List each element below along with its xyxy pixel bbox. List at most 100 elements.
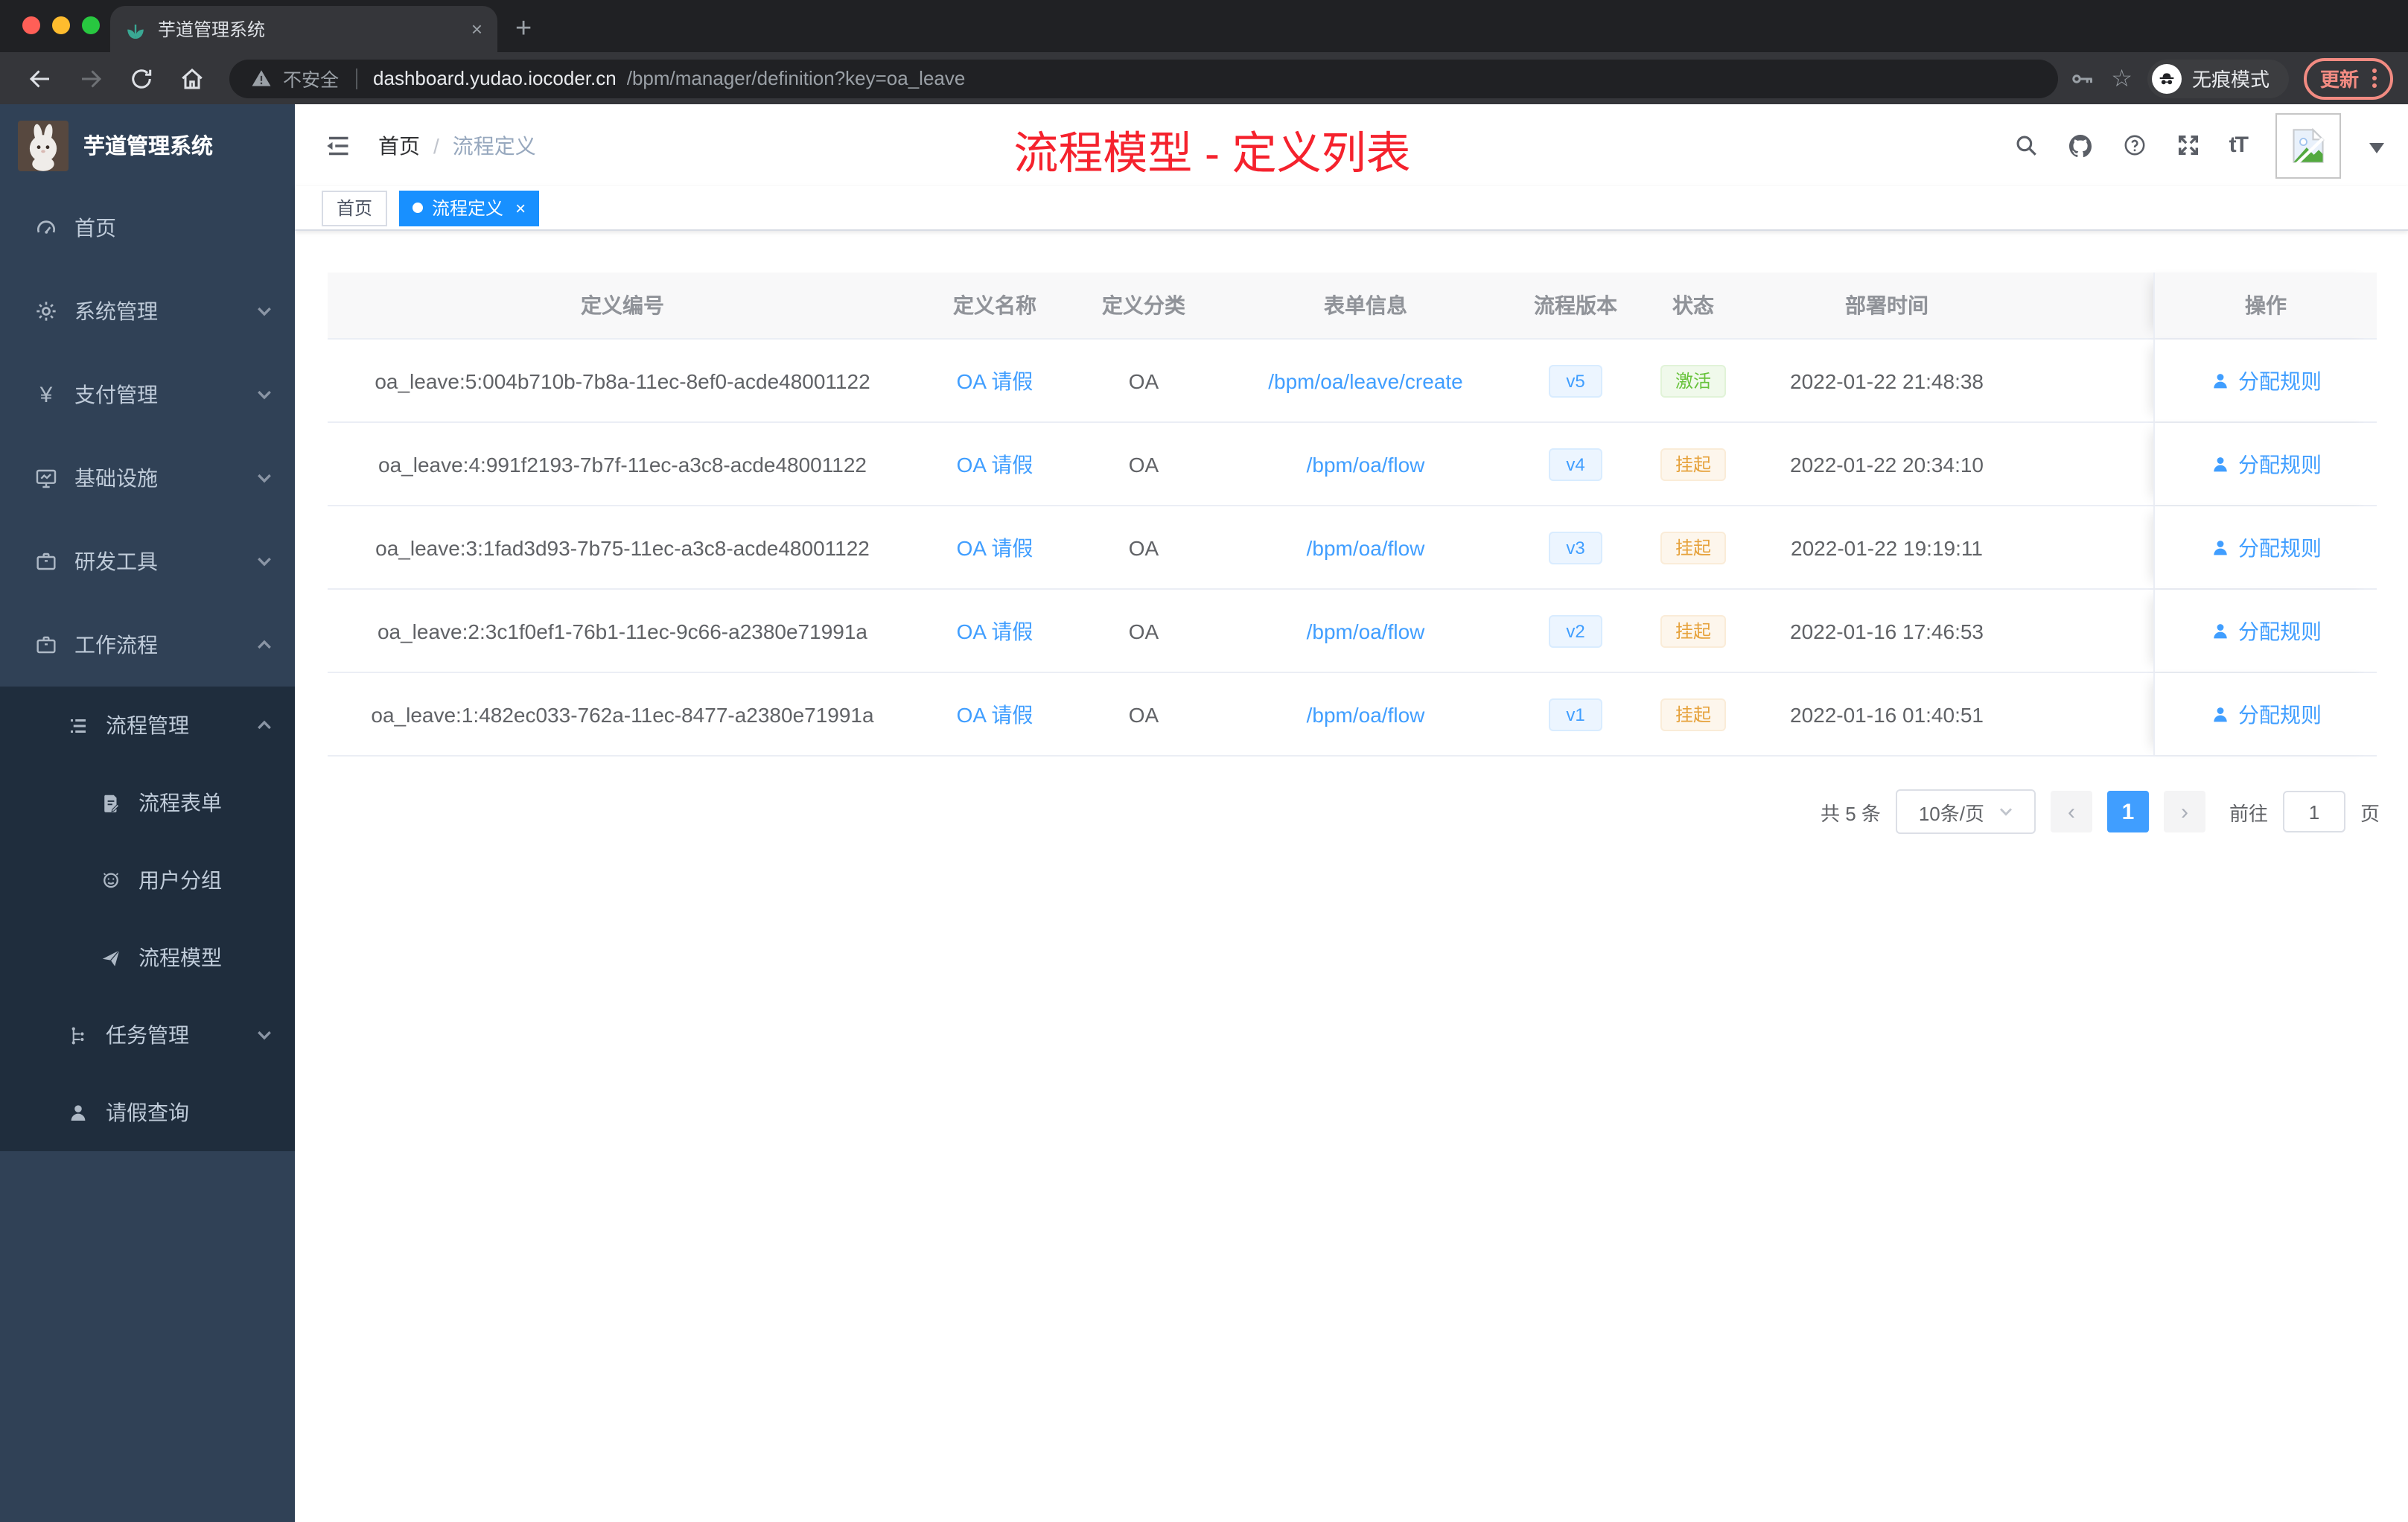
sidebar-item-label: 研发工具	[74, 550, 158, 573]
reload-icon[interactable]	[116, 57, 167, 99]
app-title: 芋道管理系统	[83, 136, 213, 159]
page-size-select[interactable]: 10条/页	[1895, 789, 2036, 834]
tags-view: 首页 流程定义 ×	[295, 186, 2408, 231]
warning-icon[interactable]	[250, 67, 273, 89]
github-icon[interactable]	[2067, 132, 2094, 159]
sidebar-item-task-management[interactable]: 任务管理	[0, 996, 295, 1074]
definition-name-link[interactable]: OA 请假	[957, 369, 1033, 392]
address-bar[interactable]: 不安全 dashboard.yudao.iocoder.cn /bpm/mana…	[229, 59, 2058, 98]
deploy-time: 2022-01-16 17:46:53	[1790, 619, 1984, 643]
screen: 芋道管理系统 × + 不安全 dashboard.yudao.iocoder.c…	[0, 0, 2408, 1522]
assign-rule-link[interactable]: 分配规则	[2210, 616, 2322, 646]
chevron-up-icon	[256, 637, 273, 653]
search-icon[interactable]	[2013, 133, 2039, 158]
deploy-time: 2022-01-22 21:48:38	[1790, 369, 1984, 392]
sidebar-item-process-model[interactable]: 流程模型	[0, 919, 295, 996]
key-icon[interactable]	[2069, 65, 2096, 92]
goto-unit: 页	[2360, 802, 2380, 824]
prev-page-button[interactable]: ‹	[2050, 791, 2092, 832]
sidebar-item-process-form[interactable]: 流程表单	[0, 764, 295, 841]
zoom-window-button[interactable]	[82, 16, 100, 34]
definition-name-link[interactable]: OA 请假	[957, 702, 1033, 726]
assign-rule-label: 分配规则	[2238, 619, 2322, 643]
form-link[interactable]: /bpm/oa/leave/create	[1268, 369, 1463, 392]
home-icon[interactable]	[167, 57, 217, 99]
goto-page-input[interactable]	[2282, 791, 2345, 832]
status-badge: 挂起	[1660, 698, 1726, 730]
user-icon	[2214, 456, 2227, 471]
sidebar-item-home[interactable]: 首页	[0, 186, 295, 270]
assign-rule-link[interactable]: 分配规则	[2210, 532, 2322, 562]
bookmark-star-icon[interactable]: ☆	[2111, 63, 2133, 93]
current-page-button[interactable]: 1	[2106, 791, 2149, 832]
browser-tab[interactable]: 芋道管理系统 ×	[110, 6, 497, 52]
definition-name-link[interactable]: OA 请假	[957, 535, 1033, 559]
people-icon	[98, 869, 122, 891]
list-icon	[66, 714, 89, 736]
sidebar-item-label: 系统管理	[74, 299, 158, 323]
sidebar-item-payment[interactable]: ¥ 支付管理	[0, 353, 295, 436]
sidebar-item-label: 支付管理	[74, 383, 158, 407]
form-link[interactable]: /bpm/oa/flow	[1307, 535, 1425, 559]
forward-icon[interactable]	[66, 57, 116, 99]
kebab-menu-icon[interactable]	[2372, 69, 2377, 88]
back-icon[interactable]	[15, 57, 66, 99]
form-link[interactable]: /bpm/oa/flow	[1307, 452, 1425, 476]
assign-rule-link[interactable]: 分配规则	[2210, 449, 2322, 479]
chevron-down-icon	[256, 553, 273, 570]
version-badge: v2	[1549, 614, 1602, 647]
minimize-window-button[interactable]	[52, 16, 70, 34]
hamburger-icon[interactable]	[316, 132, 360, 159]
yen-icon: ¥	[39, 382, 53, 407]
question-icon[interactable]	[2122, 133, 2147, 158]
table-row: oa_leave:4:991f2193-7b7f-11ec-a3c8-acde4…	[328, 423, 2377, 506]
new-tab-button[interactable]: +	[515, 15, 532, 43]
annotation-title: 流程模型 - 定义列表	[1013, 129, 1411, 179]
form-link[interactable]: /bpm/oa/flow	[1307, 702, 1425, 726]
definition-table: 定义编号 定义名称 定义分类 表单信息 流程版本 状态 部署时间 操作 oa_l…	[328, 273, 2377, 757]
font-size-icon[interactable]: tT	[2229, 133, 2249, 158]
assign-rule-label: 分配规则	[2238, 369, 2322, 392]
next-page-button[interactable]: ›	[2163, 791, 2205, 832]
tab-close-icon[interactable]: ×	[471, 19, 482, 39]
form-icon	[98, 792, 122, 814]
avatar[interactable]	[2275, 112, 2341, 178]
status-badge: 激活	[1660, 364, 1726, 397]
assign-rule-link[interactable]: 分配规则	[2210, 699, 2322, 729]
user-icon	[2214, 373, 2227, 388]
chevron-down-icon	[256, 470, 273, 486]
sidebar-item-leave-query[interactable]: 请假查询	[0, 1074, 295, 1151]
tag-home[interactable]: 首页	[322, 190, 388, 226]
user-icon	[2214, 707, 2227, 722]
user-icon	[2214, 540, 2227, 555]
sidebar-item-label: 用户分组	[138, 868, 222, 892]
definition-name-link[interactable]: OA 请假	[957, 452, 1033, 476]
tree-icon	[66, 1024, 89, 1046]
table-row: oa_leave:2:3c1f0ef1-76b1-11ec-9c66-a2380…	[328, 590, 2377, 673]
update-button[interactable]: 更新	[2303, 57, 2393, 99]
version-badge: v1	[1549, 698, 1602, 730]
update-label: 更新	[2319, 69, 2359, 91]
close-window-button[interactable]	[22, 16, 40, 34]
sidebar-item-devtools[interactable]: 研发工具	[0, 520, 295, 603]
sidebar-item-process-management[interactable]: 流程管理	[0, 687, 295, 764]
breadcrumb-home[interactable]: 首页	[378, 130, 420, 160]
sidebar-item-workflow[interactable]: 工作流程	[0, 603, 295, 687]
sidebar-item-user-group[interactable]: 用户分组	[0, 841, 295, 919]
column-header: 部署时间	[1845, 293, 1928, 317]
assign-rule-link[interactable]: 分配规则	[2210, 366, 2322, 395]
avatar-dropdown-icon[interactable]	[2369, 142, 2384, 160]
definition-name-link[interactable]: OA 请假	[957, 619, 1033, 643]
definition-category: OA	[1128, 702, 1159, 726]
browser-tabstrip: 芋道管理系统 × +	[0, 0, 2408, 52]
fullscreen-icon[interactable]	[2176, 133, 2201, 158]
form-link[interactable]: /bpm/oa/flow	[1307, 619, 1425, 643]
tag-close-icon[interactable]: ×	[515, 197, 526, 218]
dashboard-icon	[34, 216, 58, 240]
tag-process-definition[interactable]: 流程定义 ×	[399, 190, 540, 226]
sidebar-item-system[interactable]: 系统管理	[0, 270, 295, 353]
goto-label: 前往	[2229, 802, 2268, 824]
status-badge: 挂起	[1660, 448, 1726, 480]
sidebar-item-infrastructure[interactable]: 基础设施	[0, 436, 295, 520]
active-dot	[413, 203, 424, 213]
